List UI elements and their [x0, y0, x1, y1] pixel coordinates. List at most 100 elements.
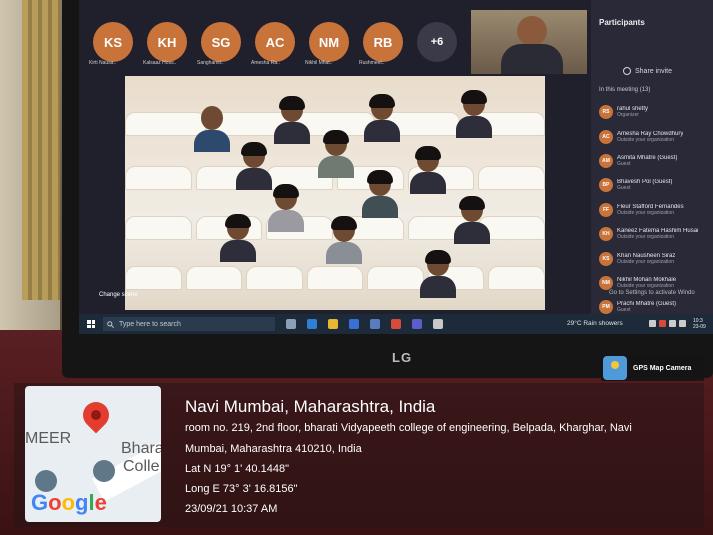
system-tray[interactable] [649, 320, 689, 328]
participant-list-item[interactable]: BP Bhavesh Pol (Guest) Guest [599, 173, 711, 197]
participant-list-item[interactable]: RS rahul shetty Organizer [599, 100, 711, 124]
teams-icon[interactable] [412, 319, 422, 329]
participant-in-seat [236, 142, 272, 190]
participant-avatar: PM [599, 300, 613, 315]
participant-avatar: BP [599, 178, 613, 193]
participant-avatar: KH [599, 227, 613, 242]
avatar-name: Nikhil Mhat.. [305, 60, 333, 66]
participant-list-item[interactable]: AC Amesha Ray Chowdhury Outside your organ… [599, 124, 711, 148]
share-icon [623, 67, 631, 75]
search-placeholder: Type here to search [119, 320, 181, 328]
participant-name-row: Kirti Nausa.. Kalsaaz Hoss.. Sanghamit..… [89, 60, 407, 66]
participant-avatar[interactable]: NM [309, 22, 349, 62]
participant-in-seat [362, 170, 398, 218]
together-mode-video [125, 76, 545, 310]
participant-role: Outside your organization [617, 209, 674, 216]
participant-in-seat [410, 146, 446, 194]
avatar-name: Rushmeet.. [359, 60, 385, 66]
gps-camera-label: GPS Map Camera [633, 364, 692, 372]
participant-avatar[interactable]: RB [363, 22, 403, 62]
avatar-name: Sanghamit.. [197, 60, 224, 66]
map-pin-icon [77, 396, 115, 434]
participant-avatar: FF [599, 202, 613, 217]
participant-in-seat [268, 184, 304, 232]
weather-widget[interactable]: 29°C Rain showers [567, 320, 623, 327]
datetime: 23/09/21 10:37 AM [185, 503, 278, 515]
map-label: Bhara [121, 440, 161, 457]
panel-title: Participants [599, 18, 645, 27]
participant-in-seat [456, 90, 492, 138]
participants-panel: Participants Share invite In this meetin… [591, 0, 713, 315]
store-icon[interactable] [349, 319, 359, 329]
curtain [22, 0, 60, 300]
gps-camera-app-icon [603, 356, 627, 380]
participant-avatar[interactable]: AC [255, 22, 295, 62]
school-poi-icon [93, 460, 115, 482]
google-logo: Google [31, 490, 107, 515]
participant-in-seat [420, 250, 456, 298]
clock-date: 23-09 [693, 324, 706, 330]
participant-avatar: AM [599, 153, 613, 168]
in-meeting-label[interactable]: In this meeting (13) [599, 87, 650, 93]
participant-list-item[interactable]: FF Fleur Stafford Fernandes Outside your o… [599, 198, 711, 222]
participant-role: Guest [617, 185, 631, 192]
change-scene-button[interactable]: Change scene [99, 292, 138, 298]
address-line-2: Mumbai, Maharashtra 410210, India [185, 443, 362, 455]
participant-in-seat [194, 106, 230, 152]
participant-role: Guest [617, 307, 631, 314]
task-view-icon[interactable] [286, 319, 296, 329]
file-explorer-icon[interactable] [328, 319, 338, 329]
participant-role: Outside your organization [617, 136, 674, 143]
participant-in-seat [454, 196, 490, 244]
map-poi-icon [35, 470, 57, 492]
participant-role: Outside your organization [617, 258, 674, 265]
participant-avatar-row: KS KH SG AC NM RB +6 [93, 22, 457, 62]
participant-avatar[interactable]: SG [201, 22, 241, 62]
participant-list-item[interactable]: KS Khan Nausheen Siraz Outside your organi… [599, 246, 711, 270]
map-label: Colle [123, 458, 160, 475]
participant-in-seat [220, 214, 256, 262]
address-line-1: room no. 219, 2nd floor, bharati Vidyape… [185, 422, 632, 434]
taskbar-clock[interactable]: 10:3 23-09 [693, 318, 706, 330]
activate-windows-watermark: Go to Settings to activate Windo [609, 290, 695, 296]
share-invite-button[interactable]: Share invite [635, 68, 672, 75]
participant-avatar[interactable]: KH [147, 22, 187, 62]
monitor-screen: KS KH SG AC NM RB +6 Kirti Nausa.. Kalsa… [79, 0, 713, 334]
windows-start-icon[interactable] [87, 320, 95, 328]
mail-icon[interactable] [370, 319, 380, 329]
participant-list: RS rahul shetty Organizer AC Amesha Ray Cho… [599, 100, 711, 320]
participant-list-item[interactable]: KH Kaneez Fatema Hashim Husai Outside your… [599, 222, 711, 246]
photo-scene: LG KS KH SG AC NM RB +6 Kirti Nausa.. Ka… [0, 0, 713, 535]
participant-in-seat [364, 94, 400, 142]
self-video-person [517, 16, 547, 46]
participant-avatar: NM [599, 275, 613, 290]
participant-in-seat [326, 216, 362, 264]
participant-avatar: KS [599, 251, 613, 266]
longitude: Long E 73° 3' 16.8156" [185, 483, 298, 495]
self-video-body [501, 44, 563, 74]
participant-role: Outside your organization [617, 234, 674, 241]
search-icon [107, 320, 114, 328]
latitude: Lat N 19° 1' 40.1448" [185, 463, 289, 475]
participant-avatar[interactable]: KS [93, 22, 133, 62]
location-title: Navi Mumbai, Maharashtra, India [185, 397, 436, 416]
gps-camera-badge: GPS Map Camera [601, 355, 704, 381]
avatar-name: Amesha Ra.. [251, 60, 280, 66]
seat-row [125, 266, 545, 290]
map-label: MEER [25, 430, 72, 447]
app-icon[interactable] [433, 319, 443, 329]
participant-avatar: RS [599, 105, 613, 120]
windows-taskbar: Type here to search 29°C Rain showers 10… [79, 314, 713, 334]
map-thumbnail: MEER Bhara Colle Google [25, 386, 161, 522]
more-participants-avatar[interactable]: +6 [417, 22, 457, 62]
participant-in-seat [318, 130, 354, 178]
edge-icon[interactable] [307, 319, 317, 329]
participant-role: Organizer [617, 112, 639, 119]
meeting-stage: KS KH SG AC NM RB +6 Kirti Nausa.. Kalsa… [79, 0, 591, 314]
participant-in-seat [274, 96, 310, 144]
avatar-name: Kirti Nausa.. [89, 60, 117, 66]
participant-list-item[interactable]: AM Asmita Mhatre (Guest) Guest [599, 149, 711, 173]
chrome-icon[interactable] [391, 319, 401, 329]
taskbar-search-input[interactable]: Type here to search [103, 317, 275, 331]
participant-role: Guest [617, 160, 631, 167]
